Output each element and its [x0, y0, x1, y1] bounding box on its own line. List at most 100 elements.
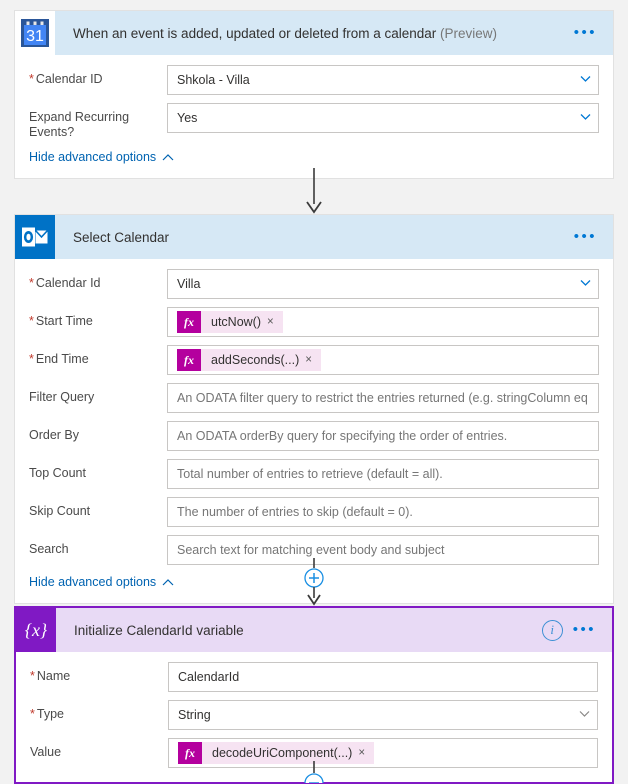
expression-token[interactable]: fx addSeconds(...) ×: [177, 349, 321, 371]
field-label: * Start Time: [29, 307, 167, 329]
top-count-input[interactable]: Total number of entries to retrieve (def…: [167, 459, 599, 489]
field-placeholder: Total number of entries to retrieve (def…: [177, 467, 443, 481]
field-label: Search: [29, 535, 167, 557]
field-label: Filter Query: [29, 383, 167, 405]
variable-name-input[interactable]: CalendarId: [168, 662, 598, 692]
connector-1: [0, 168, 628, 214]
chevron-down-icon: [580, 114, 591, 123]
start-time-input[interactable]: fx utcNow() ×: [167, 307, 599, 337]
field-label: Order By: [29, 421, 167, 443]
flow-canvas: 31 When an event is added, updated or de…: [0, 0, 628, 784]
chevron-down-icon: [579, 711, 590, 720]
field-placeholder: Search text for matching event body and …: [177, 543, 445, 557]
variable-type-dropdown[interactable]: String: [168, 700, 598, 730]
field-row-calendar-id: * Calendar ID Shkola - Villa: [29, 65, 599, 95]
field-label: * Calendar ID: [29, 65, 167, 87]
card-title-text: Select Calendar: [73, 229, 170, 245]
chevron-up-icon: [162, 153, 174, 161]
card-title-text: Initialize CalendarId variable: [74, 622, 244, 638]
field-value: Villa: [177, 277, 201, 291]
field-label-text: Search: [29, 542, 69, 556]
field-label-text: Value: [30, 745, 62, 759]
field-value: String: [178, 708, 211, 722]
card-menu-button[interactable]: •••: [574, 25, 597, 40]
required-asterisk: *: [29, 352, 34, 366]
card-menu-button[interactable]: •••: [574, 229, 597, 244]
card-title-preview: (Preview): [440, 25, 498, 41]
skip-count-input[interactable]: The number of entries to skip (default =…: [167, 497, 599, 527]
card-header-actions: •••: [574, 25, 613, 40]
required-asterisk: *: [30, 707, 35, 721]
svg-text:{x}: {x}: [25, 620, 48, 640]
flow-step-card-init-variable[interactable]: {x} Initialize CalendarId variable i •••…: [14, 606, 614, 784]
card-header[interactable]: Select Calendar •••: [15, 215, 613, 259]
flow-step-card-select-calendar[interactable]: Select Calendar ••• *Calendar Id Villa: [14, 214, 614, 604]
calendar-id-dropdown[interactable]: Shkola - Villa: [167, 65, 599, 95]
filter-query-input[interactable]: An ODATA filter query to restrict the en…: [167, 383, 599, 413]
field-label: * End Time: [29, 345, 167, 367]
field-label: * Name: [30, 662, 168, 684]
field-label-text: Calendar ID: [35, 72, 103, 86]
field-label-text: Order By: [29, 428, 80, 442]
field-value: Yes: [177, 111, 198, 125]
fx-icon: fx: [177, 349, 201, 371]
field-row-expand-recurring: Expand Recurring Events? Yes: [29, 103, 599, 140]
field-row-top-count: Top Count Total number of entries to ret…: [29, 459, 599, 489]
variable-icon: {x}: [16, 608, 56, 652]
chevron-down-icon: [580, 76, 591, 85]
expand-recurring-dropdown[interactable]: Yes: [167, 103, 599, 133]
field-placeholder: The number of entries to skip (default =…: [177, 505, 413, 519]
google-calendar-icon: 31: [15, 11, 55, 55]
field-row-end-time: * End Time fx addSeconds(...) ×: [29, 345, 599, 375]
required-asterisk: *: [29, 276, 34, 290]
card-title: Select Calendar: [55, 230, 574, 245]
field-row-skip-count: Skip Count The number of entries to skip…: [29, 497, 599, 527]
field-placeholder: An ODATA filter query to restrict the en…: [177, 391, 588, 405]
calendar-id-dropdown[interactable]: Villa: [167, 269, 599, 299]
field-label: * Type: [30, 700, 168, 722]
field-label-text: Expand Recurring Events?: [29, 110, 130, 139]
required-asterisk: *: [30, 669, 35, 683]
field-label-text: End Time: [35, 352, 89, 366]
hide-advanced-options-label: Hide advanced options: [29, 150, 157, 164]
chevron-down-icon: [580, 280, 591, 289]
field-label-text: Skip Count: [29, 504, 91, 518]
required-asterisk: *: [29, 72, 34, 86]
remove-token-icon[interactable]: ×: [305, 349, 321, 371]
field-placeholder: An ODATA orderBy query for specifying th…: [177, 429, 508, 443]
connector-2: [0, 558, 628, 606]
field-label-text: Type: [36, 707, 64, 721]
field-label: Top Count: [29, 459, 167, 481]
card-body: * Calendar ID Shkola - Villa Expand Recur…: [15, 55, 613, 178]
field-label-text: Filter Query: [29, 390, 95, 404]
field-label: Expand Recurring Events?: [29, 103, 167, 140]
field-row-start-time: * Start Time fx utcNow() ×: [29, 307, 599, 337]
expression-token-text: addSeconds(...): [211, 353, 300, 367]
svg-text:31: 31: [26, 28, 44, 45]
field-row-calendar-id: * Calendar Id Villa: [29, 269, 599, 299]
field-label: Skip Count: [29, 497, 167, 519]
required-asterisk: *: [29, 314, 34, 328]
field-value: Shkola - Villa: [177, 73, 250, 87]
card-header-actions: •••: [574, 229, 613, 244]
remove-token-icon[interactable]: ×: [267, 311, 283, 333]
info-icon[interactable]: i: [541, 619, 563, 641]
field-row-name: * Name CalendarId: [30, 662, 598, 692]
end-time-input[interactable]: fx addSeconds(...) ×: [167, 345, 599, 375]
field-row-type: * Type String: [30, 700, 598, 730]
field-label-text: Name: [36, 669, 71, 683]
field-label-text: Calendar Id: [35, 276, 101, 290]
card-menu-button[interactable]: •••: [573, 622, 596, 637]
outlook-icon: [15, 215, 55, 259]
card-header[interactable]: {x} Initialize CalendarId variable i •••: [16, 608, 612, 652]
card-title-text: When an event is added, updated or delet…: [73, 25, 437, 41]
expression-token[interactable]: fx utcNow() ×: [177, 311, 283, 333]
field-value: CalendarId: [178, 670, 240, 684]
order-by-input[interactable]: An ODATA orderBy query for specifying th…: [167, 421, 599, 451]
card-title: Initialize CalendarId variable: [56, 623, 542, 638]
card-header[interactable]: 31 When an event is added, updated or de…: [15, 11, 613, 55]
card-title: When an event is added, updated or delet…: [55, 26, 574, 41]
flow-step-card-trigger[interactable]: 31 When an event is added, updated or de…: [14, 10, 614, 179]
field-label-text: Start Time: [35, 314, 93, 328]
field-row-filter-query: Filter Query An ODATA filter query to re…: [29, 383, 599, 413]
